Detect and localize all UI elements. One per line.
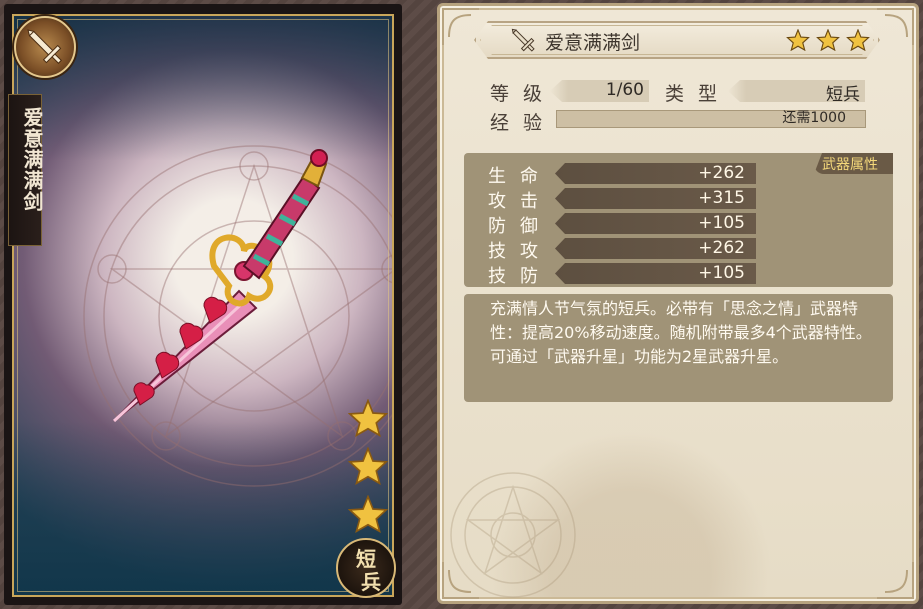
- card-weapon-name: 爱意满满剑: [20, 107, 44, 212]
- star-icon: [348, 495, 388, 533]
- attributes-tag-label: 武器属性: [822, 157, 878, 173]
- card-art-frame: [12, 14, 394, 597]
- title-rarity-stars: [786, 28, 871, 55]
- type-label: 类型: [665, 83, 732, 105]
- attr-value-skill-attack: +262: [698, 238, 745, 258]
- corner-ornament: [877, 8, 914, 45]
- weapon-description: 充满情人节气氛的短兵。必带有「思念之情」武器特性：提高20%移动速度。随机附带最…: [490, 299, 872, 366]
- level-label: 等级: [490, 83, 557, 105]
- attr-label-skill-attack: 技攻: [488, 241, 552, 262]
- attr-value-attack: +315: [698, 188, 745, 208]
- attr-value-skill-defense: +105: [698, 263, 745, 283]
- exp-label: 经验: [490, 112, 557, 134]
- magic-circle-decoration: [83, 145, 392, 487]
- sword-icon: [14, 16, 76, 78]
- star-icon: [348, 399, 388, 437]
- attr-label-defense: 防御: [488, 216, 552, 237]
- level-value: 1/60: [605, 80, 644, 100]
- exp-remaining-text: 还需1000: [782, 110, 846, 126]
- weapon-card[interactable]: 爱意满满剑 短 兵: [4, 4, 402, 605]
- star-icon: [816, 28, 840, 52]
- attr-value-hp: +262: [698, 163, 745, 183]
- attr-value-defense: +105: [698, 213, 745, 233]
- weapon-title: 爱意满满剑: [545, 32, 641, 54]
- star-icon: [846, 28, 871, 52]
- sword-illustration: [112, 149, 328, 423]
- panel-magic-circle-decoration: [450, 472, 576, 598]
- attr-label-attack: 攻击: [488, 191, 552, 212]
- star-icon: [786, 28, 810, 52]
- sword-icon: [511, 28, 535, 52]
- card-rarity-stars: [348, 399, 392, 543]
- weapon-type-badge: 短 兵: [336, 538, 396, 598]
- star-icon: [348, 447, 388, 485]
- attr-label-hp: 生命: [488, 166, 552, 187]
- attr-label-skill-defense: 技防: [488, 266, 552, 287]
- type-value: 短兵: [826, 85, 860, 105]
- type-badge-char-2: 兵: [361, 570, 381, 594]
- corner-ornament: [877, 562, 914, 599]
